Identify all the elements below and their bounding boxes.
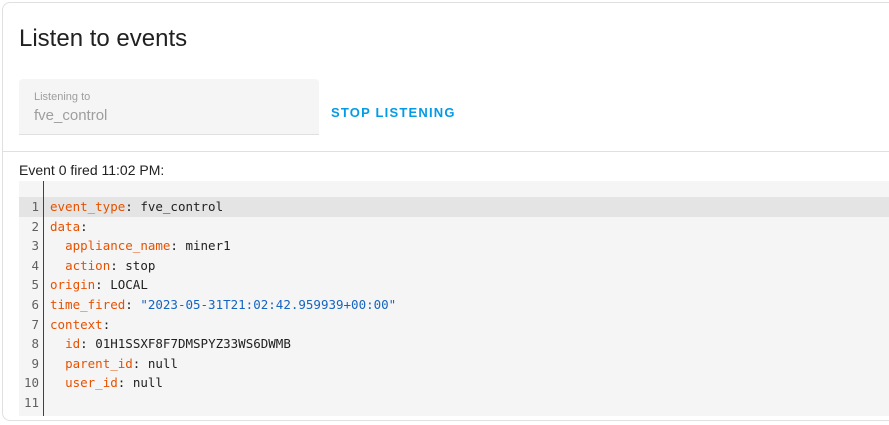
event-type-input[interactable]	[34, 107, 294, 124]
card-title: Listen to events	[19, 25, 188, 52]
yaml-key: parent_id	[65, 355, 133, 371]
yaml-key: origin	[50, 277, 96, 293]
yaml-key: time_fired	[50, 297, 126, 312]
yaml-separator: :	[80, 336, 96, 352]
code-line: 9 parent_id: null	[19, 354, 889, 374]
code-line: 4 action: stop	[19, 256, 889, 276]
yaml-value: LOCAL	[110, 277, 148, 293]
code-line: 5 origin: LOCAL	[19, 275, 889, 295]
yaml-separator: :	[80, 218, 88, 234]
yaml-separator: :	[110, 257, 126, 273]
code-line: 2 data:	[19, 217, 889, 237]
line-number: 8	[31, 336, 39, 352]
gutter-divider	[43, 181, 44, 416]
yaml-key: user_id	[65, 375, 118, 391]
listen-to-events-card: Listen to events Listening to STOP LISTE…	[2, 2, 889, 421]
listening-to-label: Listening to	[34, 91, 91, 103]
code-line: 11	[19, 393, 889, 413]
event-code-viewer[interactable]: 1 event_type: fve_control 2 data: 3 applianc…	[19, 181, 889, 416]
code-line: 1 event_type: fve_control	[19, 197, 889, 217]
yaml-value: miner1	[185, 238, 231, 254]
yaml-separator: :	[132, 355, 148, 371]
stop-listening-button[interactable]: STOP LISTENING	[325, 101, 462, 123]
yaml-value: fve_control	[140, 199, 224, 214]
line-number: 7	[31, 316, 39, 332]
line-number: 2	[31, 218, 39, 234]
yaml-key: action	[65, 257, 111, 273]
line-number: 9	[31, 355, 39, 371]
line-number: 4	[31, 257, 39, 273]
yaml-value: "2023-05-31T21:02:42.959939+00:00"	[140, 297, 397, 312]
line-number: 11	[23, 395, 39, 410]
yaml-separator: :	[170, 238, 186, 254]
line-number: 10	[23, 375, 39, 391]
yaml-key: data	[50, 218, 81, 234]
code-line: 7 context:	[19, 315, 889, 335]
yaml-key: appliance_name	[65, 238, 171, 254]
yaml-value: null	[147, 355, 178, 371]
code-line: 6 time_fired: "2023-05-31T21:02:42.959939…	[19, 295, 889, 315]
yaml-key: id	[65, 336, 81, 352]
yaml-value: null	[132, 375, 163, 391]
code-line: 3 appliance_name: miner1	[19, 236, 889, 256]
line-number: 6	[31, 297, 39, 312]
yaml-key: event_type	[50, 199, 126, 214]
code-line: 8 id: 01H1SSXF8F7DMSPYZ33WS6DWMB	[19, 334, 889, 354]
yaml-separator: :	[102, 316, 111, 332]
yaml-key: context	[50, 316, 103, 332]
yaml-separator: :	[125, 199, 141, 214]
line-number: 1	[31, 199, 39, 214]
code-line: 10 user_id: null	[19, 373, 889, 393]
yaml-value: 01H1SSXF8F7DMSPYZ33WS6DWMB	[95, 336, 291, 352]
listening-to-field[interactable]: Listening to	[19, 79, 319, 135]
line-number: 5	[31, 277, 39, 293]
yaml-separator: :	[95, 277, 111, 293]
divider	[3, 151, 889, 152]
yaml-separator: :	[125, 297, 141, 312]
line-number: 3	[31, 238, 39, 254]
yaml-separator: :	[117, 375, 133, 391]
yaml-value: stop	[125, 257, 156, 273]
event-heading: Event 0 fired 11:02 PM:	[19, 162, 165, 178]
